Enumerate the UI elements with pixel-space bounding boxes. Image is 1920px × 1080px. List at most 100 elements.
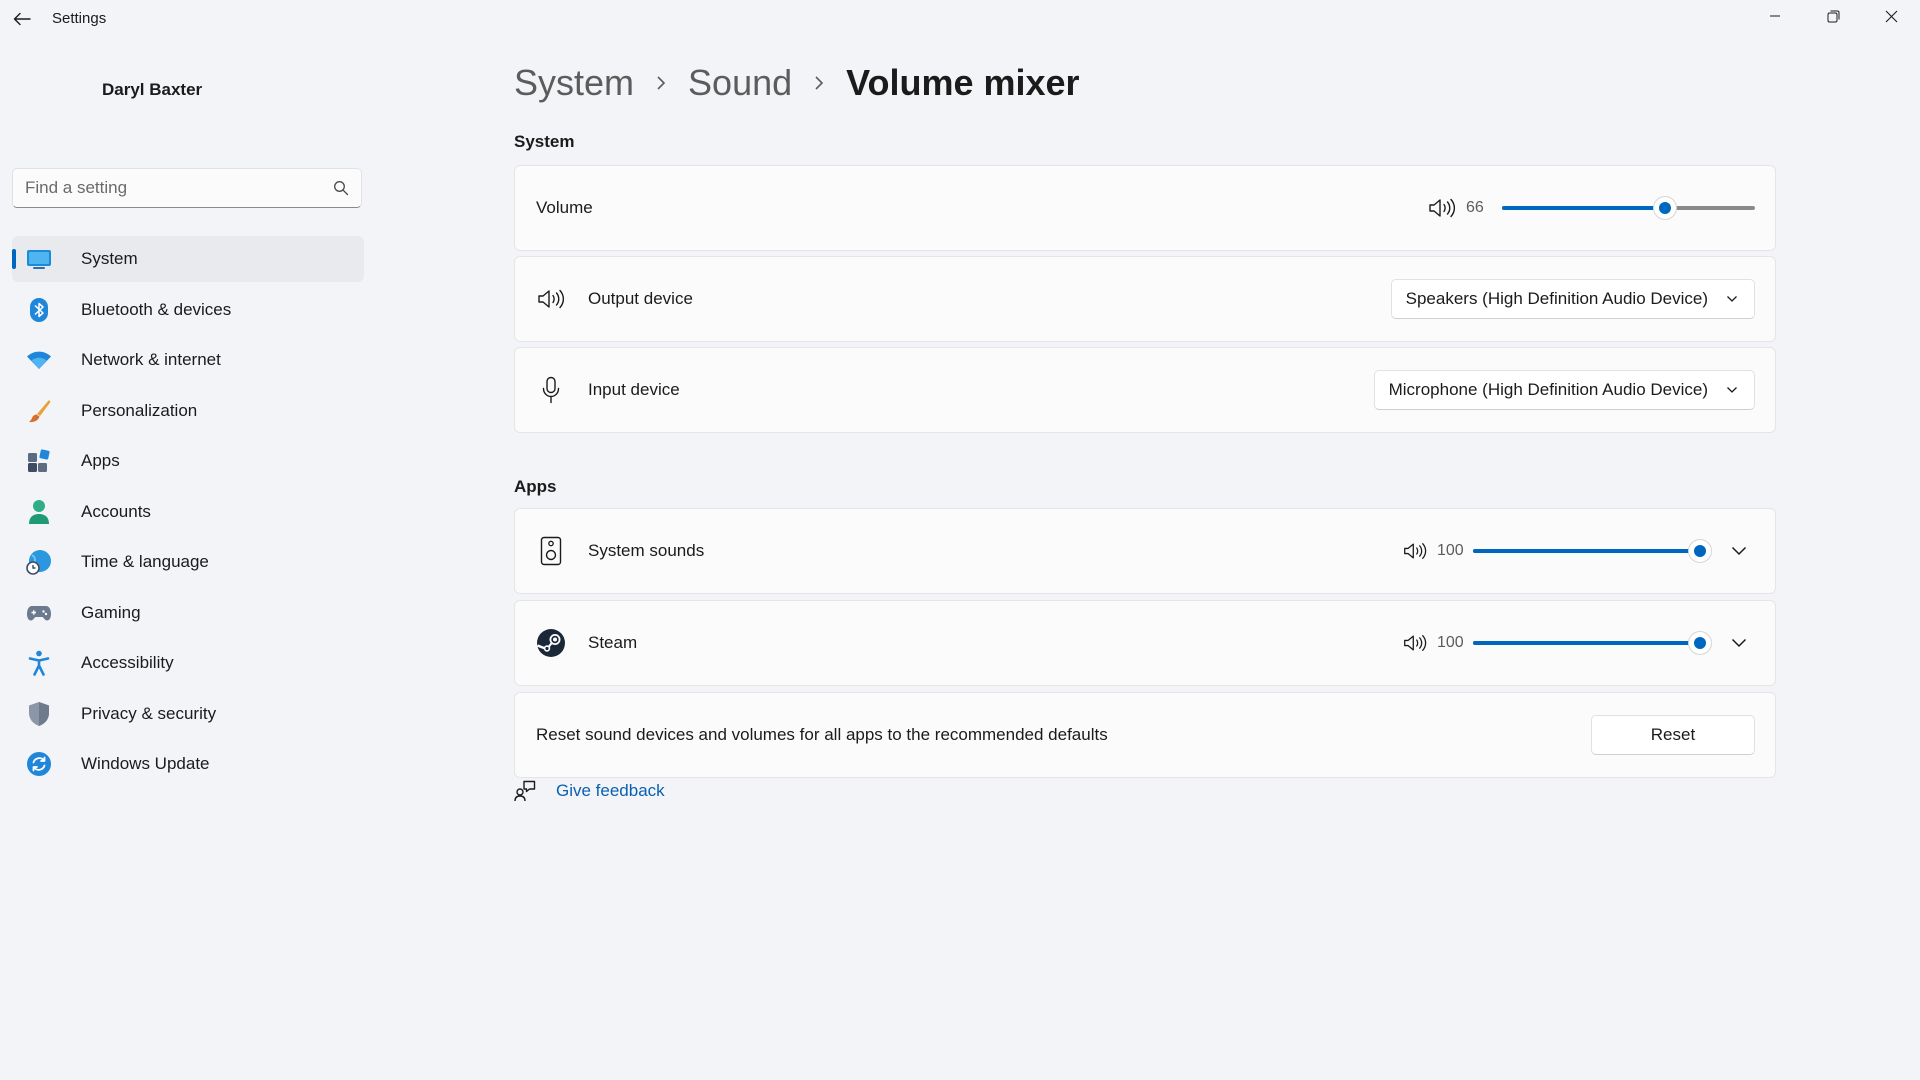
sidebar-item-label: Network & internet xyxy=(81,350,221,369)
slider-thumb[interactable] xyxy=(1689,540,1711,562)
chevron-right-icon xyxy=(656,75,666,91)
input-device-card: Input device Microphone (High Definition… xyxy=(514,347,1776,433)
slider-thumb[interactable] xyxy=(1689,632,1711,654)
section-title-apps: Apps xyxy=(514,477,557,496)
sidebar-item-bluetooth[interactable]: Bluetooth & devices xyxy=(12,287,364,333)
apps-icon xyxy=(25,447,53,475)
sidebar-nav: System Bluetooth & devices Network & int… xyxy=(12,236,364,792)
slider-thumb[interactable] xyxy=(1654,197,1677,219)
minimize-button[interactable] xyxy=(1746,0,1804,32)
reset-button[interactable]: Reset xyxy=(1591,715,1755,755)
slider-fill xyxy=(1473,641,1700,645)
chevron-down-icon xyxy=(1731,638,1747,648)
back-arrow-icon xyxy=(13,12,31,26)
section-title-system: System xyxy=(514,132,575,151)
chevron-down-icon xyxy=(1726,386,1738,394)
reset-card: Reset sound devices and volumes for all … xyxy=(514,692,1776,778)
breadcrumb-sound[interactable]: Sound xyxy=(688,62,792,104)
shield-icon xyxy=(25,700,53,728)
app-card-steam: Steam 100 xyxy=(514,600,1776,686)
app-volume-slider[interactable] xyxy=(1473,540,1711,562)
app-label: System sounds xyxy=(588,541,705,560)
sidebar-item-network[interactable]: Network & internet xyxy=(12,337,364,383)
sidebar-item-label: Accessibility xyxy=(81,653,174,672)
input-device-dropdown[interactable]: Microphone (High Definition Audio Device… xyxy=(1373,370,1755,410)
feedback-icon xyxy=(514,780,536,802)
speaker-box-icon xyxy=(536,536,566,566)
steam-icon xyxy=(536,628,566,658)
chevron-down-icon xyxy=(1731,546,1747,556)
app-card-system-sounds: System sounds 100 xyxy=(514,508,1776,594)
search-box[interactable] xyxy=(12,168,362,208)
volume-value: 66 xyxy=(1466,199,1484,216)
sidebar-item-privacy-security[interactable]: Privacy & security xyxy=(12,691,364,737)
sidebar-item-windows-update[interactable]: Windows Update xyxy=(12,741,364,787)
restore-icon xyxy=(1827,10,1839,22)
speaker-icon xyxy=(536,284,566,314)
minimize-icon xyxy=(1770,15,1780,17)
brush-icon xyxy=(25,397,53,425)
wifi-icon xyxy=(25,346,53,374)
search-input[interactable] xyxy=(25,178,333,198)
restore-button[interactable] xyxy=(1804,0,1862,32)
speaker-icon[interactable] xyxy=(1403,633,1427,653)
give-feedback-link[interactable]: Give feedback xyxy=(556,781,665,801)
app-label: Steam xyxy=(588,633,638,652)
sidebar-item-label: Bluetooth & devices xyxy=(81,299,232,319)
input-device-label: Input device xyxy=(588,380,680,399)
output-device-value: Speakers (High Definition Audio Device) xyxy=(1405,289,1708,308)
user-name: Daryl Baxter xyxy=(102,80,203,99)
volume-card: Volume 66 xyxy=(514,165,1776,251)
sidebar-item-accessibility[interactable]: Accessibility xyxy=(12,640,364,686)
speaker-icon[interactable] xyxy=(1403,541,1427,561)
back-button[interactable] xyxy=(8,6,36,32)
breadcrumb: System Sound Volume mixer xyxy=(514,60,1080,106)
sidebar-item-label: System xyxy=(81,249,138,268)
monitor-icon xyxy=(25,245,53,273)
sidebar-item-label: Apps xyxy=(81,451,120,470)
globe-clock-icon xyxy=(25,548,53,576)
bluetooth-icon xyxy=(25,296,53,324)
sidebar-item-label: Privacy & security xyxy=(81,703,217,723)
volume-slider[interactable] xyxy=(1502,197,1755,219)
give-feedback[interactable]: Give feedback xyxy=(514,780,665,802)
person-icon xyxy=(25,498,53,526)
sidebar-item-label: Time & language xyxy=(81,552,209,571)
app-title: Settings xyxy=(52,10,107,27)
expand-button[interactable] xyxy=(1723,627,1755,659)
window-controls xyxy=(1746,0,1920,32)
title-bar: Settings xyxy=(0,0,1920,40)
volume-label: Volume xyxy=(536,198,593,217)
sidebar-item-label: Accounts xyxy=(81,501,151,521)
reset-description: Reset sound devices and volumes for all … xyxy=(536,725,1108,744)
speaker-icon[interactable] xyxy=(1428,197,1456,219)
sidebar-item-time-language[interactable]: Time & language xyxy=(12,539,364,585)
sidebar-item-label: Gaming xyxy=(81,602,141,622)
sidebar-item-personalization[interactable]: Personalization xyxy=(12,388,364,434)
sidebar-item-accounts[interactable]: Accounts xyxy=(12,489,364,535)
sidebar-item-label: Windows Update xyxy=(81,754,210,773)
breadcrumb-system[interactable]: System xyxy=(514,62,634,104)
app-volume-value: 100 xyxy=(1437,542,1464,559)
input-device-value: Microphone (High Definition Audio Device… xyxy=(1388,380,1708,399)
sidebar-item-gaming[interactable]: Gaming xyxy=(12,590,364,636)
sidebar-item-system[interactable]: System xyxy=(12,236,364,282)
chevron-right-icon xyxy=(814,75,824,91)
output-device-label: Output device xyxy=(588,289,693,308)
app-volume-value: 100 xyxy=(1437,634,1464,651)
output-device-card: Output device Speakers (High Definition … xyxy=(514,256,1776,342)
output-device-dropdown[interactable]: Speakers (High Definition Audio Device) xyxy=(1390,279,1755,319)
slider-fill xyxy=(1502,206,1666,210)
sidebar-item-apps[interactable]: Apps xyxy=(12,438,364,484)
accessibility-icon xyxy=(25,649,53,677)
close-button[interactable] xyxy=(1862,0,1920,32)
microphone-icon xyxy=(536,375,566,405)
app-volume-slider[interactable] xyxy=(1473,632,1711,654)
search-icon[interactable] xyxy=(333,180,349,196)
update-icon xyxy=(25,750,53,778)
sidebar-item-label: Personalization xyxy=(81,400,198,420)
page-title: Volume mixer xyxy=(846,62,1080,103)
expand-button[interactable] xyxy=(1723,535,1755,567)
gamepad-icon xyxy=(25,599,53,627)
chevron-down-icon xyxy=(1726,295,1738,303)
